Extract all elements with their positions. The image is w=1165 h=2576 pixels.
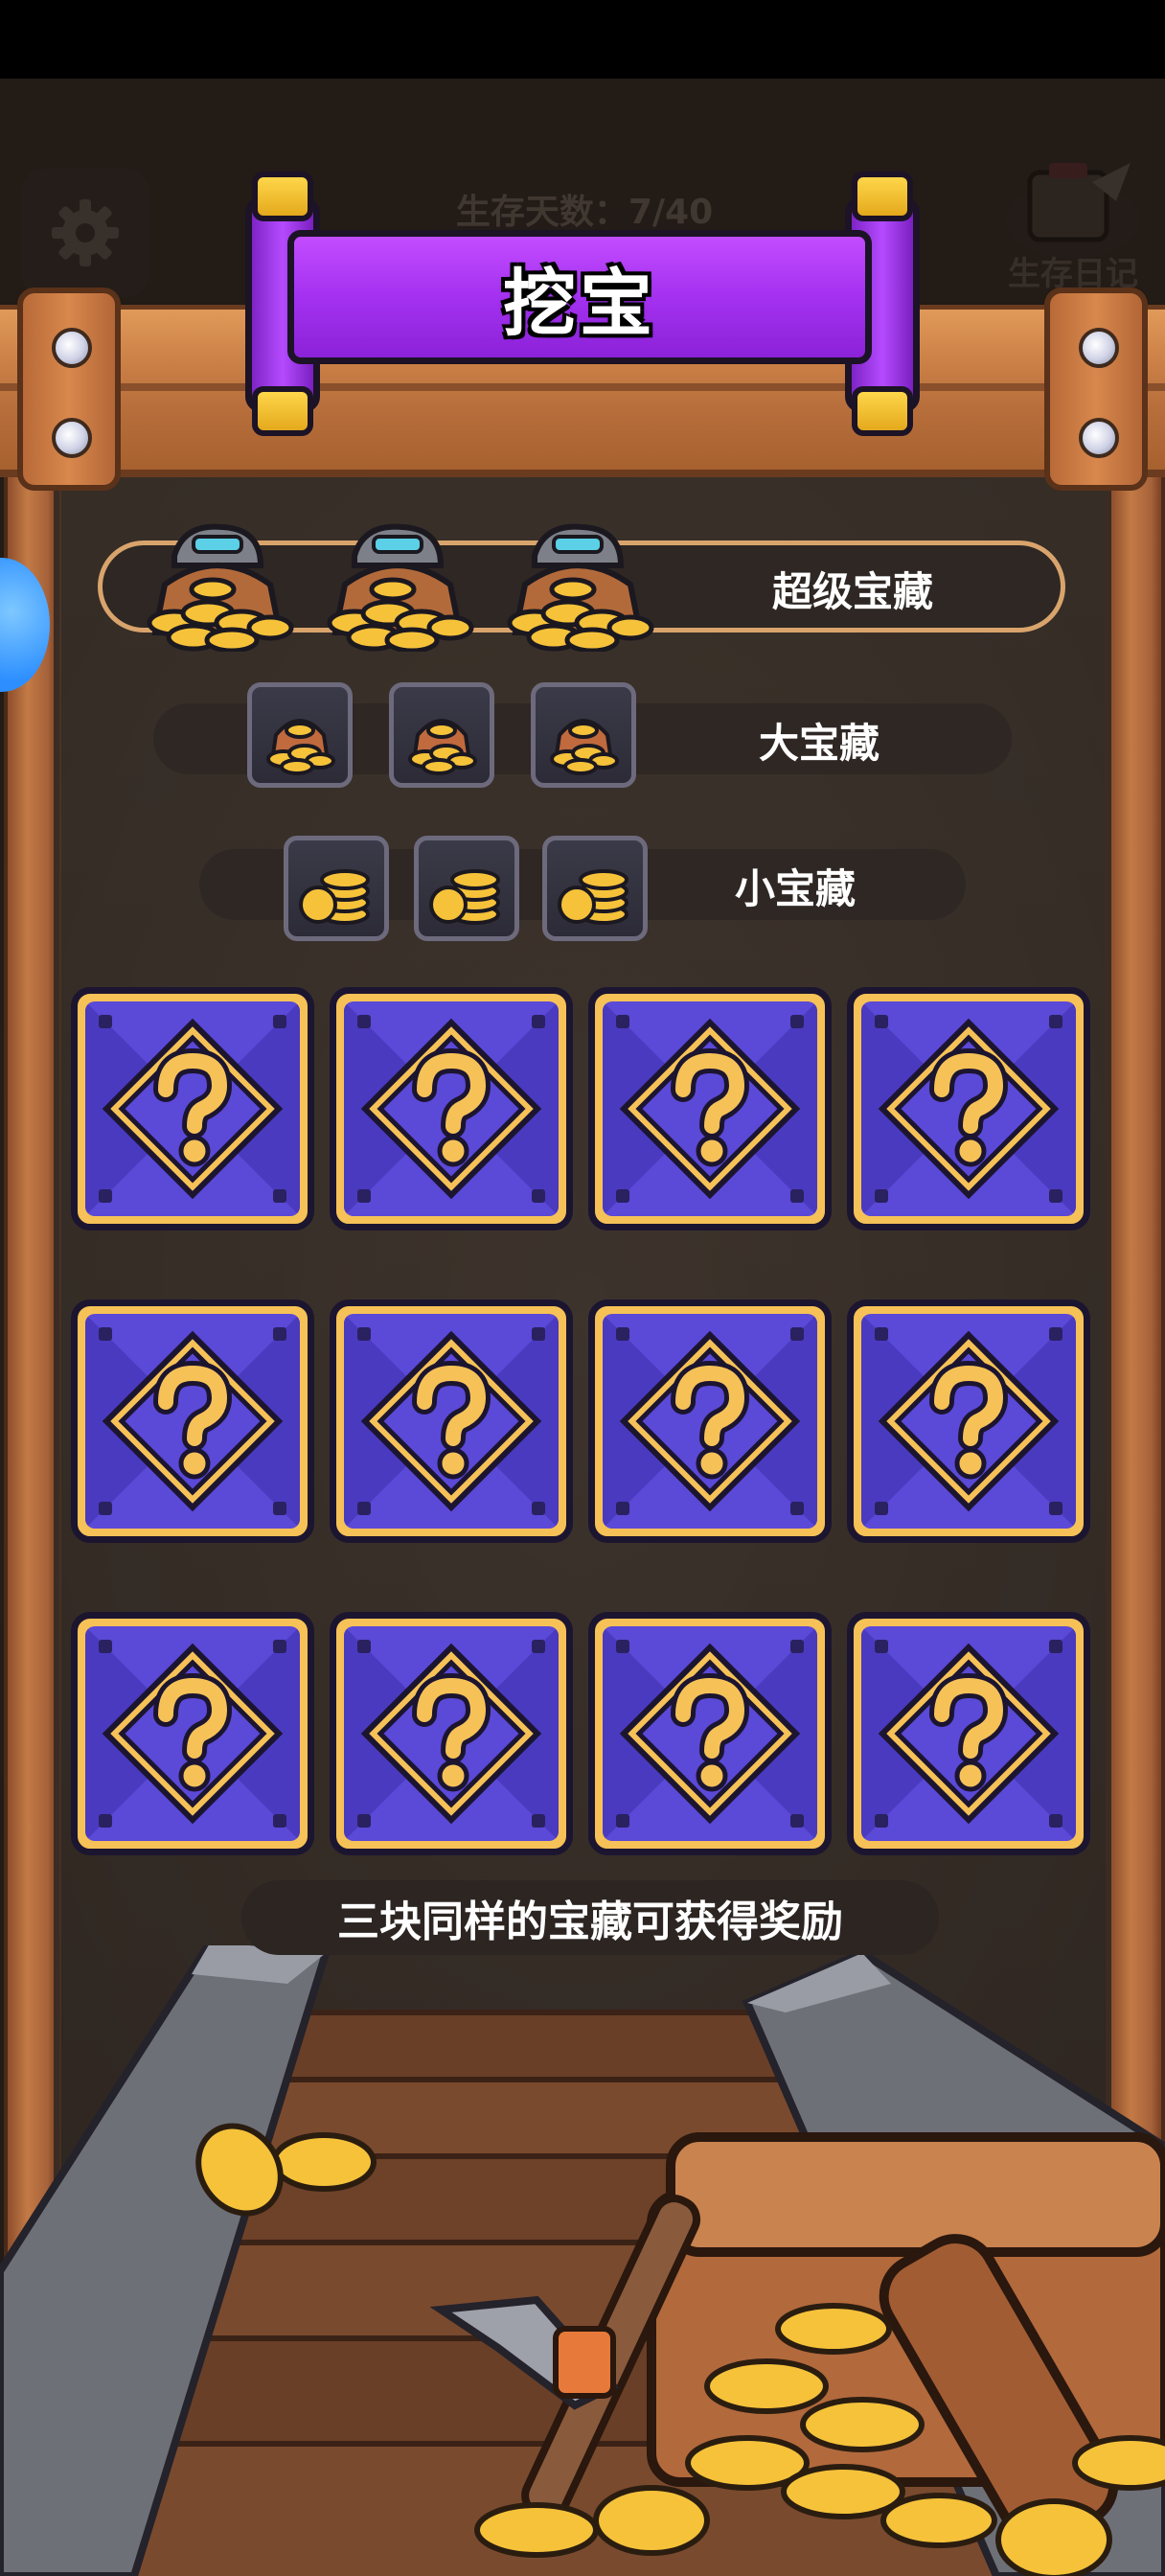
small-treasure-slot	[284, 836, 389, 941]
mystery-tile[interactable]	[71, 987, 314, 1230]
tile-face	[344, 1001, 559, 1216]
tile-face	[603, 1314, 817, 1529]
question-mark-icon	[85, 1001, 300, 1216]
mystery-tile[interactable]	[71, 1300, 314, 1543]
tile-face	[603, 1001, 817, 1216]
mystery-tile[interactable]	[330, 1612, 573, 1855]
tile-face	[85, 1626, 300, 1841]
question-mark-icon	[603, 1626, 817, 1841]
page-title: 挖宝	[503, 261, 656, 346]
coin-stack-icon	[429, 869, 500, 925]
tile-face	[85, 1001, 300, 1216]
treasure-sack-icon	[408, 719, 477, 775]
tile-face	[861, 1626, 1076, 1841]
tile-face	[861, 1001, 1076, 1216]
bolt	[1079, 418, 1119, 458]
bolt	[52, 418, 92, 458]
coin-stack-icon	[558, 869, 628, 925]
question-mark-icon	[861, 1001, 1076, 1216]
mystery-tile[interactable]	[71, 1612, 314, 1855]
super-treasure-icon	[496, 518, 659, 654]
mystery-tile[interactable]	[847, 987, 1090, 1230]
question-mark-icon	[344, 1626, 559, 1841]
mystery-tile[interactable]	[330, 987, 573, 1230]
hint-text: 三块同样的宝藏可获得奖励	[337, 1898, 843, 1946]
big-treasure-slot	[389, 682, 494, 788]
mystery-tile[interactable]	[847, 1612, 1090, 1855]
question-mark-icon	[85, 1626, 300, 1841]
treasure-sack-icon	[550, 719, 619, 775]
question-mark-icon	[603, 1001, 817, 1216]
treasure-sack-icon	[266, 719, 335, 775]
tile-face	[344, 1626, 559, 1841]
banner-cap	[252, 386, 313, 436]
mystery-tile[interactable]	[847, 1300, 1090, 1543]
big-treasure-slot	[247, 682, 353, 788]
tile-face	[603, 1626, 817, 1841]
question-mark-icon	[344, 1314, 559, 1529]
game-screen: 生存天数：7/40 生存日记 挖宝 超级宝藏 大宝藏 小宝藏 三块同样的宝藏可获…	[0, 0, 1165, 2576]
question-mark-icon	[603, 1314, 817, 1529]
mystery-tile[interactable]	[330, 1300, 573, 1543]
tile-face	[344, 1314, 559, 1529]
reward-label-small: 小宝藏	[734, 865, 856, 912]
title-banner: 挖宝	[287, 230, 872, 364]
reward-label-big: 大宝藏	[758, 720, 879, 767]
banner-cap	[852, 172, 913, 221]
tile-face	[85, 1314, 300, 1529]
hint-pill: 三块同样的宝藏可获得奖励	[241, 1880, 939, 1955]
mystery-tile[interactable]	[588, 987, 832, 1230]
reward-label-super: 超级宝藏	[771, 568, 933, 615]
question-mark-icon	[861, 1314, 1076, 1529]
mystery-tile[interactable]	[588, 1300, 832, 1543]
frame-top-seam	[0, 383, 1165, 391]
question-mark-icon	[344, 1001, 559, 1216]
tile-face	[861, 1314, 1076, 1529]
small-treasure-slot	[542, 836, 648, 941]
question-mark-icon	[861, 1626, 1076, 1841]
bottom-scene	[0, 1945, 1165, 2576]
small-treasure-slot	[414, 836, 519, 941]
question-mark-icon	[85, 1314, 300, 1529]
coin-stack-icon	[299, 869, 370, 925]
big-treasure-slot	[531, 682, 636, 788]
super-treasure-icon	[136, 518, 299, 654]
banner-cap	[252, 172, 313, 221]
banner-cap	[852, 386, 913, 436]
bolt	[52, 328, 92, 368]
frame-right-post	[1044, 288, 1148, 491]
status-bar	[0, 0, 1165, 79]
frame-left-post	[17, 288, 121, 491]
bolt	[1079, 328, 1119, 368]
mystery-tile[interactable]	[588, 1612, 832, 1855]
super-treasure-icon	[316, 518, 479, 654]
